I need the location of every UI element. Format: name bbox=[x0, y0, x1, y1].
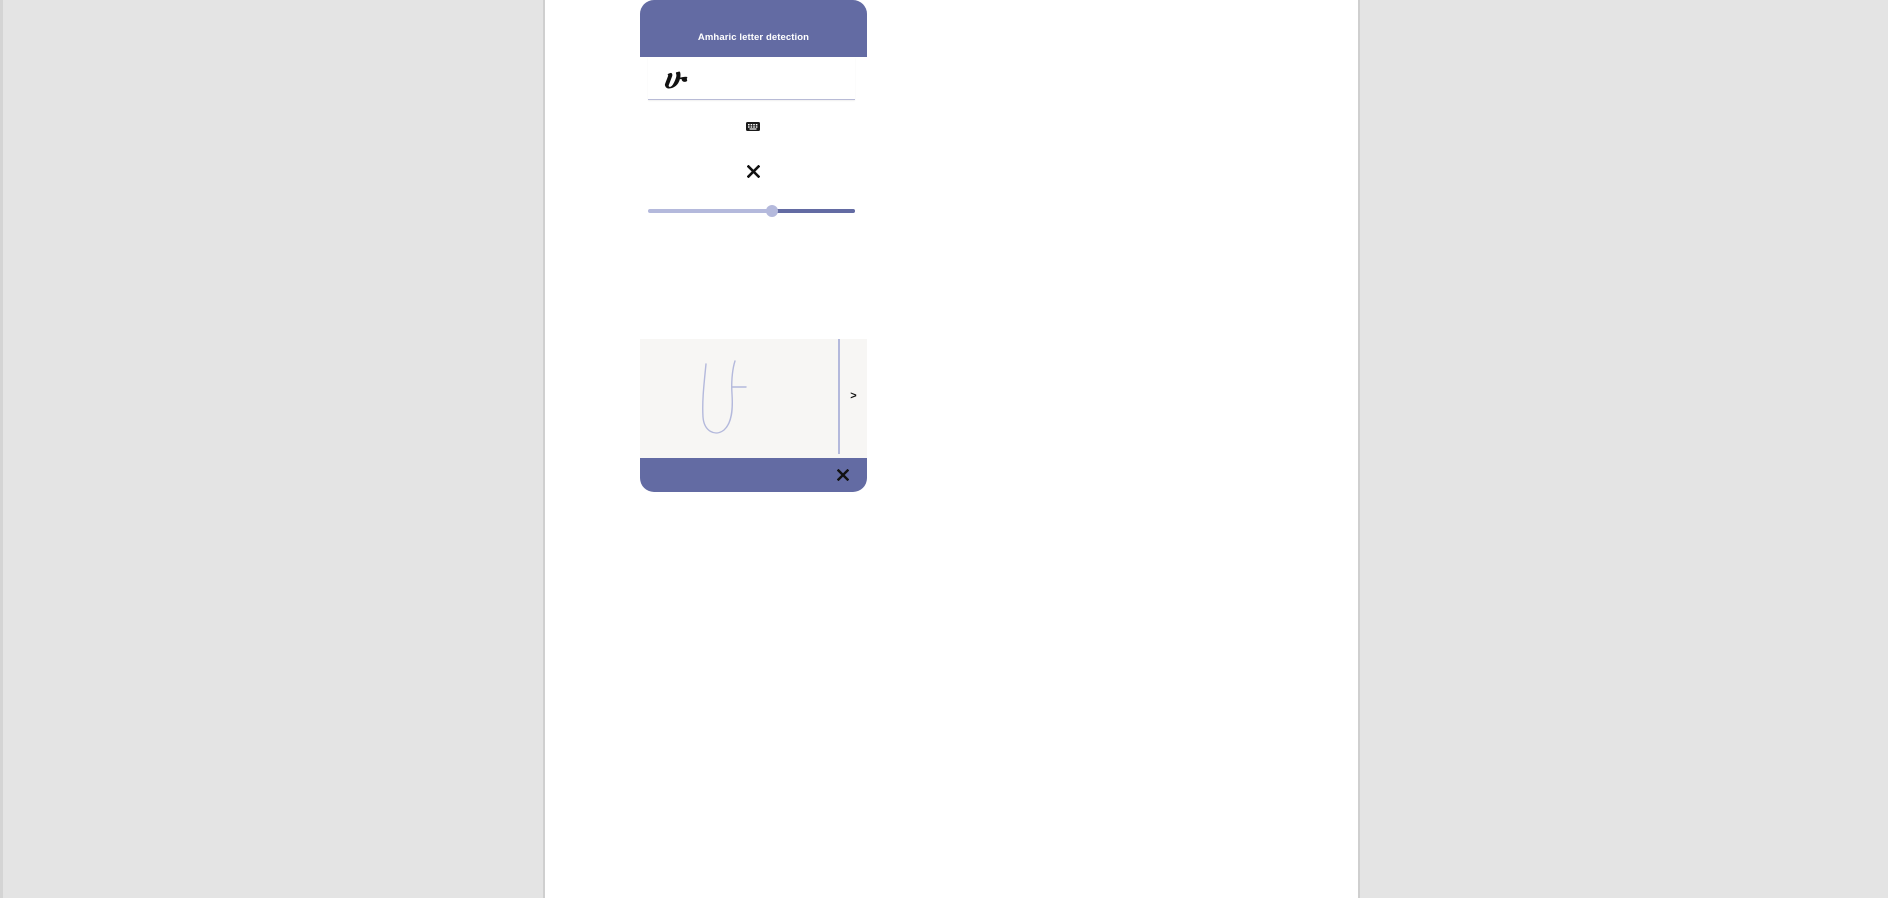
bottom-close-button[interactable] bbox=[834, 466, 852, 484]
app-screen: Amharic letter detection ሁ > bbox=[640, 0, 867, 492]
keyboard-button[interactable] bbox=[743, 119, 763, 133]
next-button[interactable]: > bbox=[840, 385, 867, 407]
app-bar: Amharic letter detection bbox=[640, 0, 867, 57]
slider-thumb[interactable] bbox=[766, 205, 778, 217]
drawing-canvas[interactable]: > bbox=[640, 339, 867, 458]
viewer-left-edge bbox=[0, 0, 3, 898]
result-text: ሁ bbox=[663, 61, 686, 96]
keyboard-icon bbox=[746, 121, 760, 131]
app-title: Amharic letter detection bbox=[697, 32, 810, 43]
handwritten-stroke bbox=[702, 360, 747, 434]
close-icon bbox=[837, 469, 849, 481]
slider-active-track bbox=[772, 209, 855, 213]
result-field[interactable]: ሁ bbox=[648, 57, 855, 100]
stroke-width-slider[interactable] bbox=[648, 203, 855, 219]
bottom-bar bbox=[640, 458, 867, 492]
close-icon bbox=[746, 164, 760, 178]
clear-button[interactable] bbox=[743, 161, 763, 181]
